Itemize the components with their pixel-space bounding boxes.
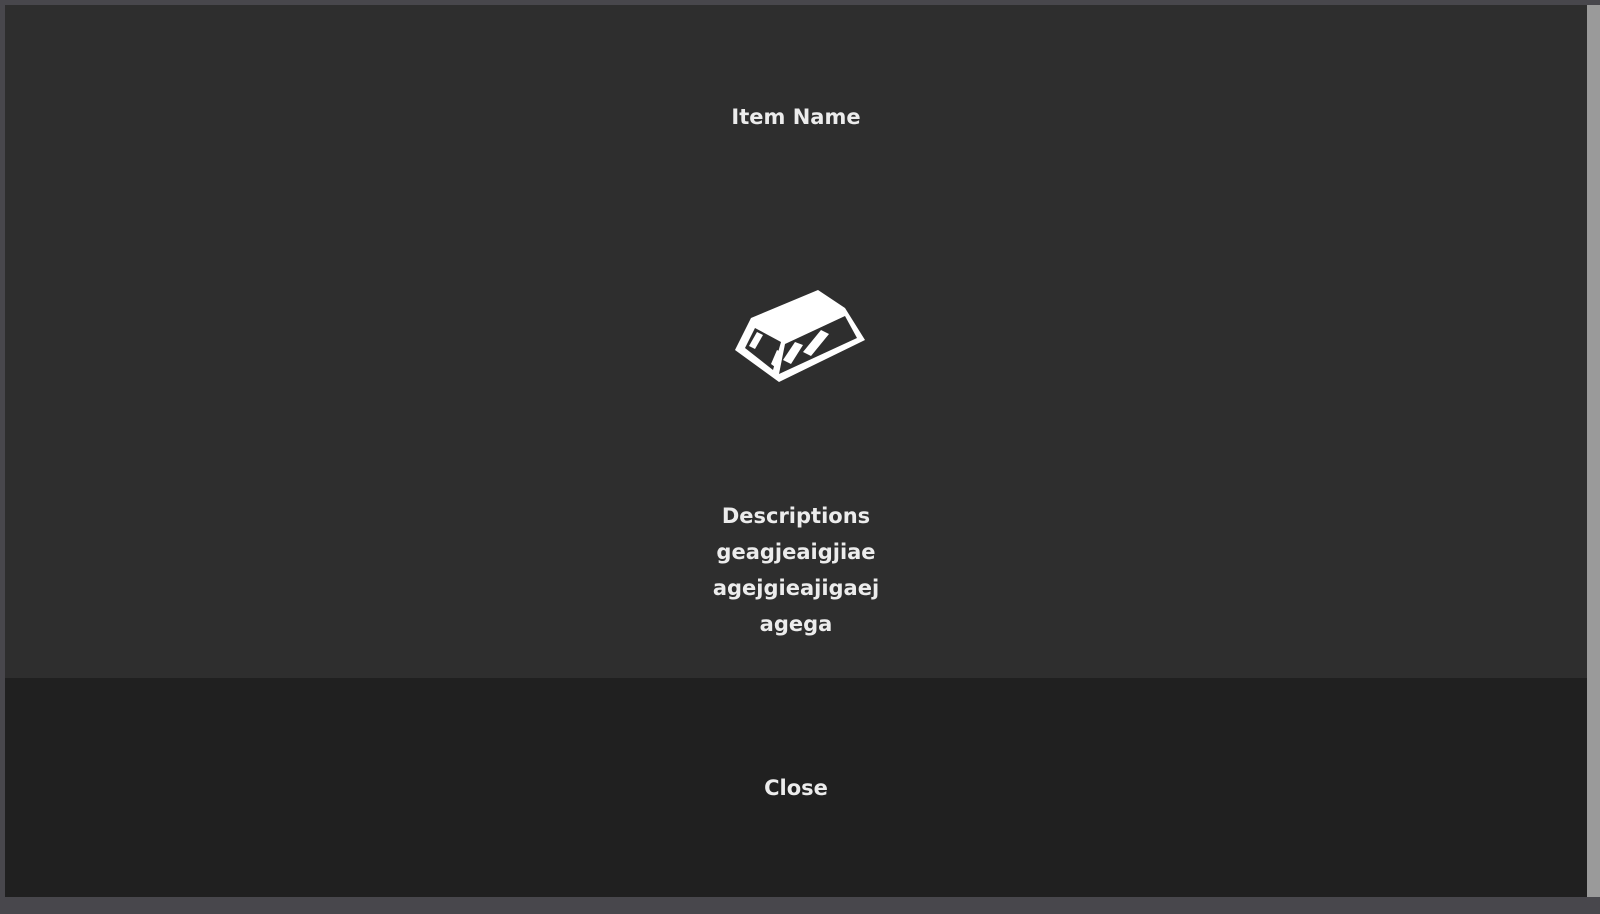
window-bottom-edge — [0, 897, 1600, 914]
description-line: Descriptions — [721, 504, 871, 528]
description-line: geagjeaigjiae — [716, 540, 876, 564]
dialog-body: Item Name Descriptions geagjeaigjiae age… — [5, 5, 1587, 678]
item-detail-dialog: Item Name Descriptions geagjeaigjiae age… — [5, 5, 1587, 897]
gold-bar-icon — [733, 290, 865, 390]
item-name-title: Item Name — [731, 105, 861, 129]
app-frame: Item Name Descriptions geagjeaigjiae age… — [0, 0, 1600, 914]
close-button[interactable]: Close — [5, 678, 1587, 897]
description-line: agejgieajigaej — [712, 576, 880, 600]
dialog-footer: Close — [5, 678, 1587, 897]
description-line: agega — [759, 612, 833, 636]
window-right-edge — [1587, 5, 1600, 897]
item-descriptions: Descriptions geagjeaigjiae agejgieajigae… — [5, 498, 1587, 642]
